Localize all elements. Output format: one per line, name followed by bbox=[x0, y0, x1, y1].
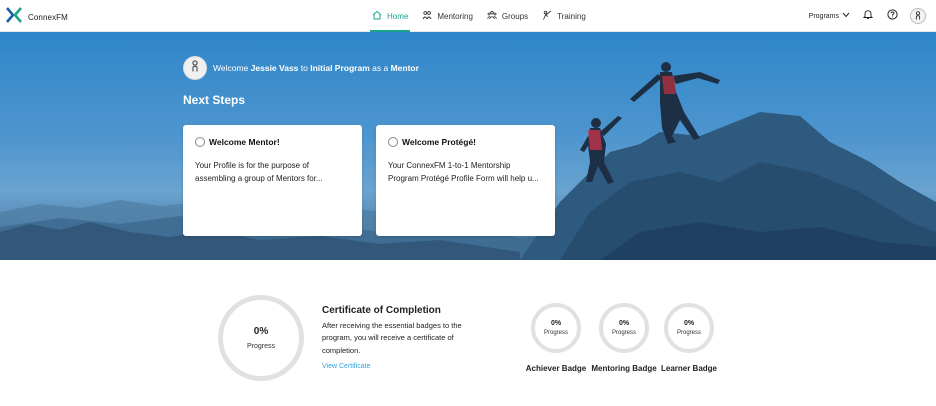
person-icon bbox=[190, 59, 200, 77]
incomplete-circle-icon bbox=[195, 137, 205, 147]
incomplete-circle-icon bbox=[388, 137, 398, 147]
home-icon bbox=[372, 10, 382, 22]
connexfm-logo-icon bbox=[6, 7, 22, 28]
user-avatar[interactable] bbox=[183, 56, 207, 80]
badge-progress-label: Progress bbox=[543, 330, 568, 336]
card-title: Welcome Mentor! bbox=[209, 137, 280, 147]
chevron-down-icon bbox=[842, 12, 850, 20]
next-step-card-protege[interactable]: Welcome Protégé! Your ConnexFM 1-to-1 Me… bbox=[376, 125, 555, 236]
help-button[interactable] bbox=[886, 7, 898, 25]
bell-icon bbox=[862, 7, 874, 25]
learner-badge: 0% Progress Learner Badge bbox=[649, 303, 729, 373]
nav-training[interactable]: Training bbox=[542, 0, 586, 32]
badge-progress-label: Progress bbox=[611, 330, 636, 336]
user-avatar-button[interactable] bbox=[910, 8, 926, 24]
nav-training-label: Training bbox=[557, 11, 586, 21]
nav-home[interactable]: Home bbox=[369, 0, 411, 32]
mentoring-icon bbox=[422, 10, 432, 22]
badge-progress-value: 0% bbox=[683, 320, 695, 327]
nav-mentoring[interactable]: Mentoring bbox=[422, 0, 473, 32]
hero-banner: Welcome Jessie Vass to Initial Program a… bbox=[0, 32, 936, 260]
welcome-prefix: Welcome bbox=[213, 63, 249, 73]
help-icon bbox=[886, 7, 898, 25]
welcome-program-name: Initial Program bbox=[310, 63, 370, 73]
person-icon bbox=[914, 7, 922, 25]
card-description: Your Profile is for the purpose of assem… bbox=[195, 161, 323, 183]
next-step-card-mentor[interactable]: Welcome Mentor! Your Profile is for the … bbox=[183, 125, 362, 236]
badge-progress-ring: 0% Progress bbox=[664, 303, 714, 353]
badge-progress-label: Progress bbox=[676, 330, 701, 336]
certificate-progress-value: 0% bbox=[253, 326, 269, 337]
certificate-description: After receiving the essential badges to … bbox=[322, 321, 462, 355]
badge-progress-value: 0% bbox=[550, 320, 562, 327]
top-navigation-bar: ConnexFM Home Mentoring Groups Training bbox=[0, 0, 936, 32]
view-certificate-link[interactable]: View Certificate bbox=[322, 363, 371, 370]
badge-name: Achiever Badge bbox=[525, 364, 587, 373]
main-nav: Home Mentoring Groups Training bbox=[369, 0, 586, 32]
programs-label: Programs bbox=[808, 12, 839, 20]
training-icon bbox=[542, 10, 552, 22]
nav-groups[interactable]: Groups bbox=[487, 0, 528, 32]
welcome-to: to bbox=[300, 63, 308, 73]
badge-name: Mentoring Badge bbox=[591, 364, 657, 373]
groups-icon bbox=[487, 10, 497, 22]
welcome-as: as a bbox=[372, 63, 389, 73]
header-tools: Programs bbox=[809, 0, 926, 32]
certificate-title: Certificate of Completion bbox=[322, 305, 441, 316]
badge-name: Learner Badge bbox=[660, 364, 718, 373]
card-title: Welcome Protégé! bbox=[402, 137, 477, 147]
programs-dropdown[interactable]: Programs bbox=[809, 12, 850, 20]
badge-progress-value: 0% bbox=[618, 320, 630, 327]
welcome-banner: Welcome Jessie Vass to Initial Program a… bbox=[183, 56, 419, 80]
welcome-message: Welcome Jessie Vass to Initial Program a… bbox=[213, 63, 419, 73]
next-steps-heading: Next Steps bbox=[183, 93, 246, 107]
certificate-info: Certificate of Completion After receivin… bbox=[322, 305, 472, 357]
nav-groups-label: Groups bbox=[501, 11, 529, 21]
notifications-button[interactable] bbox=[862, 10, 874, 22]
badge-progress-ring: 0% Progress bbox=[599, 303, 649, 353]
brand[interactable]: ConnexFM bbox=[6, 7, 68, 28]
badge-progress-ring: 0% Progress bbox=[531, 303, 581, 353]
welcome-user-name: Jessie Vass bbox=[250, 63, 299, 73]
certificate-progress-ring: 0% Progress bbox=[218, 295, 304, 381]
welcome-role: Mentor bbox=[390, 63, 419, 73]
certificate-progress-label: Progress bbox=[246, 343, 275, 350]
nav-mentoring-label: Mentoring bbox=[437, 11, 473, 21]
card-description: Your ConnexFM 1-to-1 Mentorship Program … bbox=[388, 161, 539, 183]
nav-home-label: Home bbox=[387, 11, 409, 21]
brand-name: ConnexFM bbox=[28, 13, 68, 22]
